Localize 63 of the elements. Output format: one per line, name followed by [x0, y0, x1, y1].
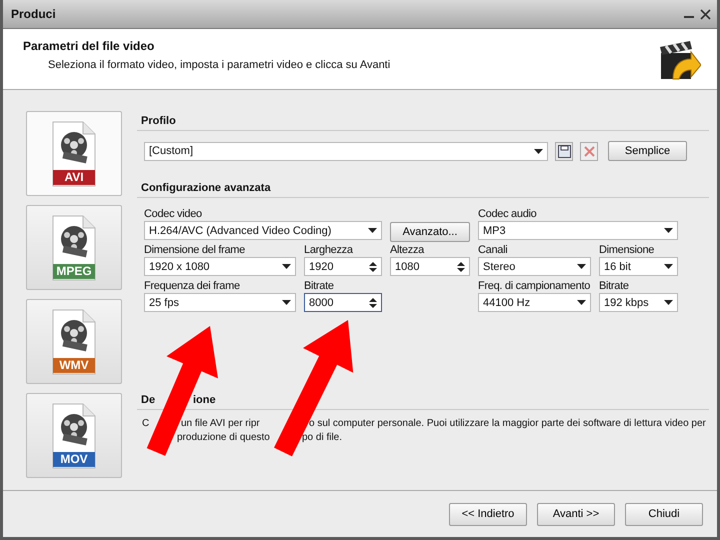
dropdown-arrow-icon [664, 228, 673, 233]
spinner-arrows-icon[interactable] [457, 260, 465, 272]
format-button[interactable]: MPEG [26, 205, 122, 290]
spinner-arrows-icon[interactable] [369, 260, 377, 272]
dropdown-arrow-icon [664, 264, 673, 269]
dropdown-arrow-icon [368, 228, 377, 233]
spin-field[interactable]: 1080 [390, 257, 470, 276]
field-label: Altezza [390, 244, 426, 256]
description-text: o sul computer personale. Puoi utilizzare la maggior parte dei software di lettura video per [309, 417, 706, 431]
format-button[interactable]: MOV [26, 393, 122, 478]
dropdown-field[interactable]: 16 bit [599, 257, 678, 276]
dropdown-arrow-icon [577, 300, 586, 305]
spin-field[interactable]: 1920 [304, 257, 382, 276]
format-label: AVI [53, 170, 95, 184]
section-heading: De [141, 394, 156, 406]
dropdown-field[interactable]: 192 kbps [599, 293, 678, 312]
format-label: MPEG [53, 264, 95, 278]
format-label: WMV [53, 358, 95, 372]
format-label: MOV [53, 452, 95, 466]
format-button[interactable]: AVI [26, 111, 122, 196]
save-button[interactable] [555, 142, 573, 160]
dropdown-field[interactable]: 25 fps [144, 293, 296, 312]
header-subtitle: Seleziona il formato video, imposta i parametri video e clicca su Avanti [47, 59, 392, 71]
dropdown-arrow-icon [534, 148, 543, 154]
section-heading: ione [193, 394, 217, 406]
dropdown-field[interactable]: H.264/AVC (Advanced Video Coding) [144, 221, 382, 240]
dropdown-field[interactable]: 1920 x 1080 [144, 257, 296, 276]
dropdown-arrow-icon [664, 300, 673, 305]
field-label: Larghezza [304, 244, 354, 256]
simple-mode-button[interactable]: Semplice [608, 141, 687, 161]
field-label: Codec audio [478, 208, 538, 220]
profile-dropdown[interactable]: [Custom] [144, 142, 548, 160]
window-title: Produci [11, 7, 57, 21]
field-label: Canali [478, 244, 508, 256]
field-label: Dimensione del frame [144, 244, 246, 256]
field-label: Bitrate [304, 280, 335, 292]
field-label: Freq. di campionamento [478, 280, 591, 292]
dialog-button[interactable]: Chiudi [625, 502, 703, 526]
close-icon [584, 146, 594, 156]
header-title: Parametri del file video [23, 39, 156, 53]
description-text: un file AVI per ripr [181, 417, 260, 431]
dialog-button[interactable]: << Indietro [449, 502, 527, 526]
close-icon[interactable] [700, 8, 711, 20]
advanced-button[interactable]: Avanzato... [390, 222, 470, 242]
dropdown-field[interactable]: Stereo [478, 257, 591, 276]
description-text: C [142, 417, 150, 431]
description-text: produzione di questo [177, 431, 270, 445]
dropdown-arrow-icon [577, 264, 586, 269]
spinner-arrows-icon[interactable] [369, 296, 377, 308]
section-heading: Profilo [141, 115, 176, 127]
dropdown-field[interactable]: MP3 [478, 221, 678, 240]
dropdown-field[interactable]: 44100 Hz [478, 293, 591, 312]
description-text: po di file. [302, 431, 342, 445]
field-label: Dimensione [599, 244, 656, 256]
section-heading: Configurazione avanzata [141, 182, 271, 194]
dropdown-arrow-icon [282, 264, 291, 269]
spin-field[interactable]: 8000 [304, 293, 382, 312]
dialog-button[interactable]: Avanti >> [537, 502, 615, 526]
field-label: Frequenza dei frame [144, 280, 241, 292]
dropdown-arrow-icon [282, 300, 291, 305]
field-label: Codec video [144, 208, 203, 220]
format-button[interactable]: WMV [26, 299, 122, 384]
field-label: Bitrate [599, 280, 630, 292]
